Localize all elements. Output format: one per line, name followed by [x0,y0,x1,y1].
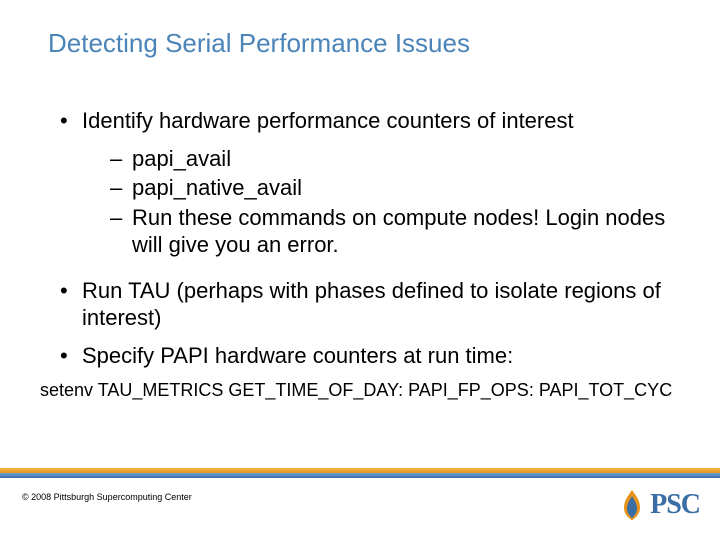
slide-title: Detecting Serial Performance Issues [48,28,680,59]
bullet-run-tau: Run TAU (perhaps with phases defined to … [60,277,680,332]
sub-bullet-papi-avail: papi_avail [110,145,680,173]
bullet-specify-papi: Specify PAPI hardware counters at run ti… [60,342,680,370]
slide-content: Identify hardware performance counters o… [40,107,680,402]
sub-bullet-papi-native: papi_native_avail [110,174,680,202]
logo-flame-icon [618,488,646,522]
logo-text: PSC [650,489,700,521]
logo-text-block: PSC [650,489,700,521]
bullet-identify: Identify hardware performance counters o… [60,107,680,135]
slide: Detecting Serial Performance Issues Iden… [0,0,720,540]
command-line: setenv TAU_METRICS GET_TIME_OF_DAY: PAPI… [40,379,680,402]
divider-blue [0,473,720,478]
psc-logo: PSC [618,488,700,522]
footer-divider [0,468,720,478]
sub-bullet-compute-nodes: Run these commands on compute nodes! Log… [110,204,680,259]
sub-bullet-group: papi_avail papi_native_avail Run these c… [40,145,680,259]
copyright-text: © 2008 Pittsburgh Supercomputing Center [22,492,192,502]
